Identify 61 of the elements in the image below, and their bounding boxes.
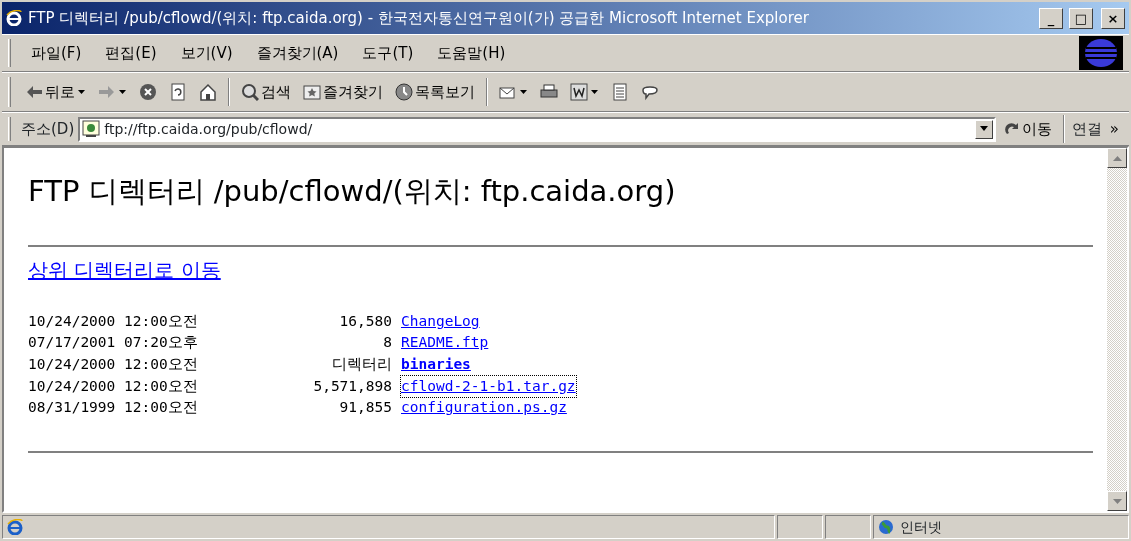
menu-item[interactable]: 도구(T) [352, 39, 424, 67]
directory-link[interactable]: binaries [401, 354, 471, 376]
file-size: 8 [383, 333, 392, 353]
directory-label: 디렉터리 [332, 355, 392, 374]
menu-item[interactable]: 도움말(H) [427, 39, 516, 67]
home-icon [199, 83, 217, 101]
globe-logo-icon [1079, 36, 1123, 70]
file-link[interactable]: cflowd-2-1-b1.tar.gz [401, 375, 576, 398]
history-button[interactable]: 목록보기 [391, 78, 479, 106]
go-button[interactable]: 이동 [999, 115, 1056, 143]
speech-bubble-icon [641, 83, 659, 101]
file-size: 5,571,898 [313, 376, 392, 396]
refresh-icon [169, 83, 187, 101]
menu-item[interactable]: 보기(V) [170, 39, 243, 67]
globe-icon [878, 519, 894, 535]
file-link[interactable]: ChangeLog [401, 310, 480, 333]
caret-icon [979, 126, 988, 132]
back-button[interactable]: 뒤로 [21, 78, 90, 106]
file-date: 07/17/2001 07:20오후 [28, 333, 198, 353]
browser-logo-icon [6, 10, 22, 26]
stop-icon [139, 83, 157, 101]
file-date: 10/24/2000 12:00오전 [28, 376, 198, 396]
page-heading: FTP 디렉터리 /pub/cflowd/(위치: ftp.caida.org) [28, 174, 677, 209]
star-folder-icon [303, 83, 321, 101]
magnifier-icon [241, 83, 259, 101]
close-button[interactable]: × [1101, 7, 1125, 29]
printer-icon [540, 83, 558, 101]
vertical-scrollbar[interactable] [1107, 148, 1127, 511]
file-size: 91,855 [339, 398, 392, 418]
file-date: 10/24/2000 12:00오전 [28, 311, 198, 331]
menu-item[interactable]: 편집(E) [95, 39, 167, 67]
menu-item[interactable]: 즐겨찾기(A) [246, 39, 349, 67]
forward-arrow-icon [98, 83, 116, 101]
dropdown-button[interactable] [974, 119, 993, 139]
file-date: 10/24/2000 12:00오전 [28, 355, 198, 374]
status-panel [777, 515, 823, 539]
address-field[interactable]: ftp://ftp.caida.org/pub/cflowd/ [78, 116, 996, 142]
window-title: FTP 디렉터리 /pub/cflowd/(위치: ftp.caida.org) - 한국전자통신연구원이(가) 공급한 Microsoft Internet Explorer [28, 7, 810, 29]
document-lines-icon [611, 83, 629, 101]
scroll-up-button[interactable] [1107, 148, 1127, 168]
up-arrow-icon [1112, 155, 1122, 161]
curved-arrow-icon [1003, 121, 1020, 137]
parent-directory-link[interactable]: 상위 디렉터리로 이동 [28, 254, 221, 285]
page-icon [7, 519, 23, 535]
scroll-down-button[interactable] [1107, 491, 1127, 511]
file-link[interactable]: configuration.ps.gz [401, 397, 567, 419]
chevron-button[interactable]: » [1105, 115, 1123, 143]
document-edit-icon [570, 83, 588, 101]
search-button[interactable]: 검색 [237, 78, 295, 106]
file-size: 16,580 [339, 311, 392, 331]
menu-item[interactable]: 파일(F) [21, 39, 92, 67]
favorites-button[interactable]: 즐겨찾기 [299, 78, 387, 106]
maximize-button[interactable]: □ [1069, 7, 1093, 29]
file-date: 08/31/1999 12:00오전 [28, 398, 198, 418]
status-panel [825, 515, 871, 539]
links-label: 연결 [1071, 118, 1102, 140]
file-link[interactable]: README.ftp [401, 332, 489, 354]
down-arrow-icon [1112, 498, 1122, 504]
minimize-button[interactable]: _ [1039, 7, 1063, 29]
zone-label: 인터넷 [900, 517, 942, 537]
address-label: 주소(D) [21, 118, 75, 140]
